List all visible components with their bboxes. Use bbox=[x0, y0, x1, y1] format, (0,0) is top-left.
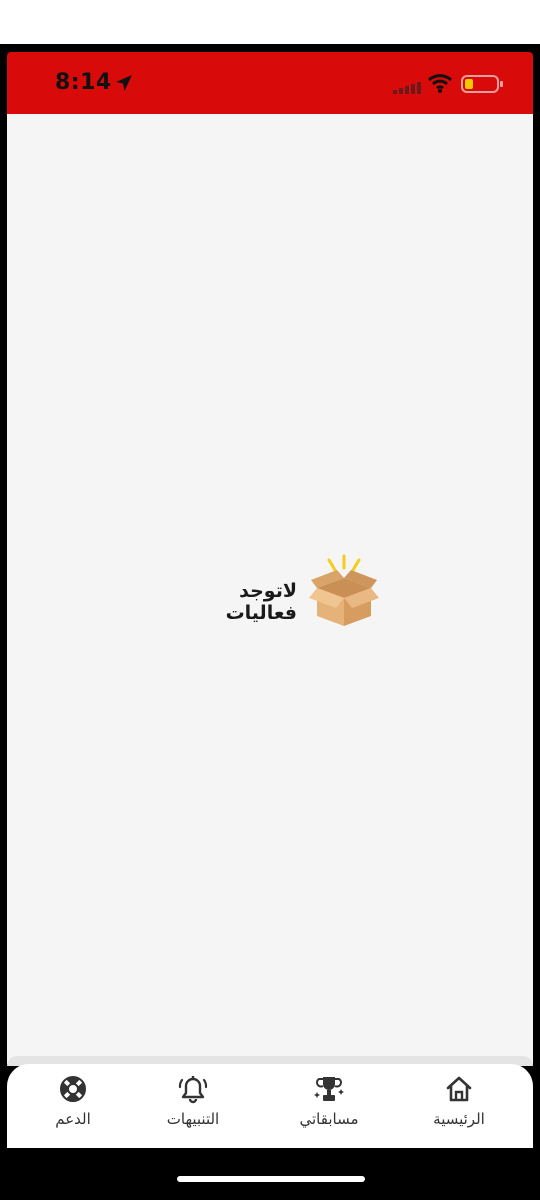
battery-low-icon bbox=[461, 75, 503, 93]
tab-my-competitions-label: مسابقاتي bbox=[299, 1110, 359, 1128]
tab-support-label: الدعم bbox=[55, 1110, 91, 1128]
empty-message: لاتوجد فعاليات bbox=[225, 580, 297, 624]
main-content: لاتوجد فعاليات bbox=[7, 114, 533, 1064]
tab-my-competitions[interactable]: مسابقاتي bbox=[269, 1074, 389, 1144]
tab-notifications-label: التنبيهات bbox=[166, 1110, 220, 1128]
trophy-icon bbox=[314, 1077, 344, 1101]
location-arrow-icon bbox=[116, 75, 132, 91]
status-bar: 8:14 bbox=[7, 52, 533, 114]
tab-home[interactable]: الرئيسية bbox=[399, 1074, 519, 1144]
home-indicator-area bbox=[7, 1148, 533, 1200]
cellular-signal-icon bbox=[393, 82, 421, 94]
lifebuoy-icon bbox=[60, 1076, 86, 1102]
status-time: 8:14 bbox=[55, 70, 112, 95]
bell-icon bbox=[178, 1076, 208, 1104]
tab-home-label: الرئيسية bbox=[433, 1110, 485, 1128]
bottom-tab-bar: الرئيسية مسابقاتي التنبيهات الدعم bbox=[7, 1064, 533, 1148]
home-icon bbox=[446, 1076, 472, 1102]
wifi-icon bbox=[427, 74, 453, 93]
open-box-icon bbox=[309, 554, 379, 626]
empty-state: لاتوجد فعاليات bbox=[167, 554, 387, 634]
tab-notifications[interactable]: التنبيهات bbox=[133, 1074, 253, 1144]
tab-support[interactable]: الدعم bbox=[13, 1074, 133, 1144]
home-indicator[interactable] bbox=[177, 1176, 365, 1182]
